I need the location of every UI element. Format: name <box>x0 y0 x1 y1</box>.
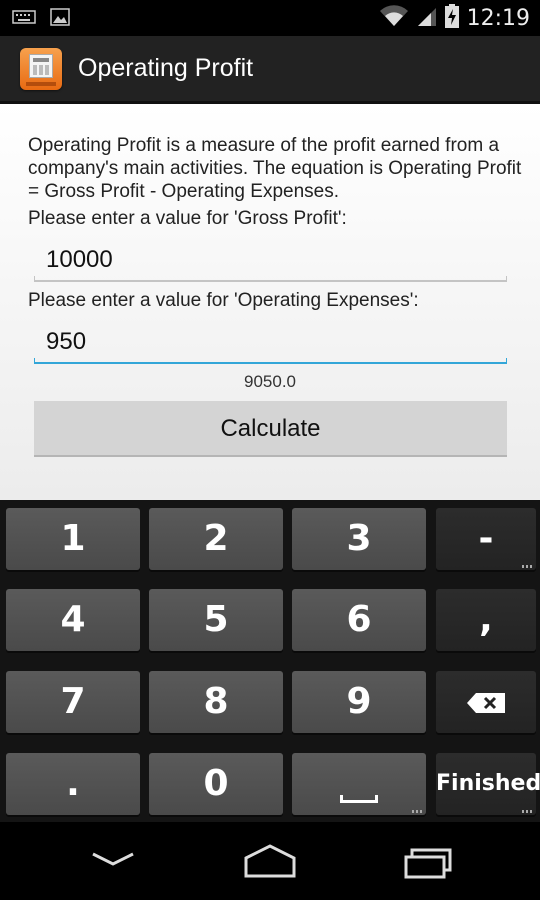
more-keys-indicator <box>412 810 422 813</box>
key-finished-label: Finished <box>436 771 540 796</box>
key-backspace[interactable] <box>436 671 536 733</box>
battery-charging-icon <box>444 4 459 33</box>
gross-profit-label: Please enter a value for 'Gross Profit': <box>28 208 347 229</box>
backspace-icon <box>466 681 506 722</box>
key-space[interactable] <box>292 753 426 815</box>
key-comma[interactable]: , <box>436 589 536 651</box>
key-1[interactable]: 1 <box>6 508 140 570</box>
key-minus-label: - <box>478 518 494 559</box>
back-icon[interactable] <box>73 840 153 884</box>
more-keys-indicator <box>522 565 532 568</box>
more-keys-indicator <box>522 810 532 813</box>
action-bar: Operating Profit <box>0 36 540 104</box>
key-7[interactable]: 7 <box>6 671 140 733</box>
calculate-button[interactable]: Calculate <box>34 401 507 457</box>
recent-apps-icon[interactable] <box>390 840 470 884</box>
key-4[interactable]: 4 <box>6 589 140 651</box>
key-dot[interactable]: . <box>6 753 140 815</box>
key-9[interactable]: 9 <box>292 671 426 733</box>
status-bar: 12:19 <box>0 0 540 36</box>
calculator-app-icon[interactable] <box>20 47 62 90</box>
calculator-form: Operating Profit is a measure of the pro… <box>0 104 540 500</box>
operating-expenses-input[interactable]: 950 <box>34 320 507 364</box>
home-icon[interactable] <box>230 840 310 884</box>
description-text: Operating Profit is a measure of the pro… <box>28 135 522 202</box>
status-notifications <box>12 8 70 31</box>
key-0[interactable]: 0 <box>149 753 283 815</box>
page-title: Operating Profit <box>78 54 254 82</box>
result-text: 9050.0 <box>244 372 296 391</box>
wifi-icon <box>379 5 409 32</box>
space-icon <box>340 795 378 803</box>
key-8[interactable]: 8 <box>149 671 283 733</box>
input-underline <box>34 276 507 282</box>
key-5[interactable]: 5 <box>149 589 283 651</box>
image-icon <box>50 8 70 31</box>
key-3[interactable]: 3 <box>292 508 426 570</box>
signal-icon <box>417 5 437 32</box>
keyboard-icon <box>12 9 36 30</box>
key-2[interactable]: 2 <box>149 508 283 570</box>
status-system: 12:19 <box>379 4 530 33</box>
gross-profit-input[interactable]: 10000 <box>34 238 507 282</box>
operating-expenses-value: 950 <box>46 328 87 355</box>
navigation-bar <box>0 822 540 900</box>
key-6[interactable]: 6 <box>292 589 426 651</box>
numeric-keyboard: 1 2 3 - 4 5 6 , 7 8 9 . 0 Finished <box>0 500 540 822</box>
input-underline-focused <box>34 358 507 364</box>
gross-profit-value: 10000 <box>46 246 113 273</box>
operating-expenses-label: Please enter a value for 'Operating Expe… <box>28 290 419 311</box>
key-finished[interactable]: Finished <box>436 753 540 815</box>
key-minus[interactable]: - <box>436 508 536 570</box>
clock: 12:19 <box>466 6 530 31</box>
